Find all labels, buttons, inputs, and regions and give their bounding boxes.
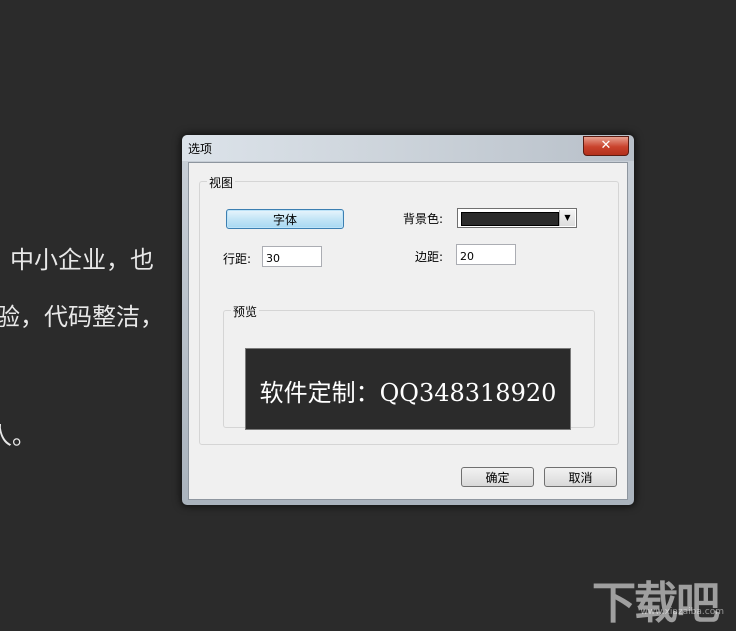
view-group-label: 视图 [207, 174, 236, 191]
close-button[interactable]: ✕ [583, 136, 629, 156]
ok-button[interactable]: 确定 [461, 467, 534, 487]
cancel-button[interactable]: 取消 [544, 467, 617, 487]
options-dialog: 选项 ✕ 视图 字体 背景色: ▼ 行距: 边距: 预览 软件定制：QQ3483… [181, 134, 635, 506]
background-text-line-3: 人。 [0, 422, 36, 450]
preview-group-label: 预览 [231, 303, 260, 320]
preview-panel: 软件定制：QQ348318920 [245, 348, 571, 430]
dialog-title: 选项 [188, 142, 213, 156]
margin-label: 边距: [415, 250, 444, 264]
line-spacing-input[interactable] [262, 246, 322, 267]
dialog-titlebar[interactable]: 选项 ✕ [182, 135, 634, 161]
chevron-down-icon[interactable]: ▼ [559, 210, 575, 226]
margin-input[interactable] [456, 244, 516, 265]
background-color-dropdown[interactable]: ▼ [457, 208, 577, 228]
watermark-logo: 下载吧 www.xiazaiba.com [588, 567, 728, 629]
font-button[interactable]: 字体 [226, 209, 344, 229]
background-color-label: 背景色: [403, 212, 444, 226]
preview-text: 软件定制：QQ348318920 [259, 379, 557, 407]
dialog-client-area: 视图 字体 背景色: ▼ 行距: 边距: 预览 软件定制：QQ348318920… [188, 162, 628, 500]
watermark-url: www.xiazaiba.com [640, 607, 724, 617]
line-spacing-label: 行距: [223, 252, 252, 266]
close-icon: ✕ [600, 138, 612, 153]
background-text-line-1: 中小企业，也 [10, 246, 154, 274]
view-groupbox: 视图 字体 背景色: ▼ 行距: 边距: 预览 软件定制：QQ348318920 [199, 174, 619, 445]
watermark-text: 下载吧 [592, 578, 720, 629]
background-color-swatch [461, 212, 559, 226]
background-text-line-2: 验，代码整洁， [0, 303, 164, 331]
